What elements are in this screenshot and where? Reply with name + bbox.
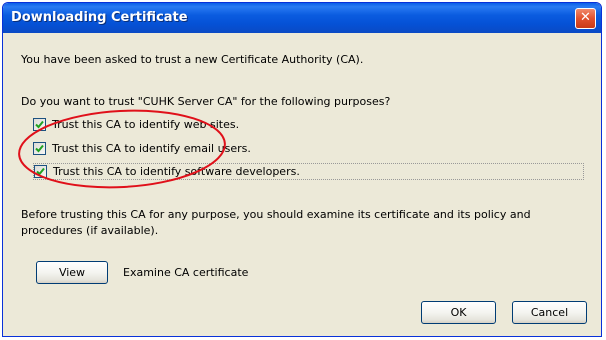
view-caption: Examine CA certificate: [123, 266, 249, 279]
purpose-option-software-developers[interactable]: Trust this CA to identify software devel…: [33, 163, 584, 180]
intro-text: You have been asked to trust a new Certi…: [21, 53, 364, 66]
email-users-checkbox[interactable]: [33, 142, 46, 155]
check-mark-icon: [35, 120, 44, 129]
check-mark-icon: [35, 144, 44, 153]
title-bar[interactable]: Downloading Certificate ✕: [3, 3, 601, 33]
close-icon: ✕: [580, 10, 591, 25]
dialog-title: Downloading Certificate: [11, 10, 188, 25]
view-button[interactable]: View: [36, 261, 108, 284]
purpose-label: Trust this CA to identify software devel…: [53, 165, 300, 178]
trust-question: Do you want to trust "CUHK Server CA" fo…: [21, 95, 391, 108]
examine-note: Before trusting this CA for any purpose,…: [21, 208, 531, 237]
purpose-label: Trust this CA to identify email users.: [52, 142, 251, 155]
cancel-button[interactable]: Cancel: [512, 301, 587, 324]
web-sites-checkbox[interactable]: [33, 118, 46, 131]
purpose-label: Trust this CA to identify web sites.: [52, 118, 240, 131]
page-background: Downloading Certificate ✕ You have been …: [0, 0, 606, 340]
close-button[interactable]: ✕: [575, 8, 596, 29]
certificate-dialog: Downloading Certificate ✕ You have been …: [2, 2, 602, 337]
check-mark-icon: [36, 167, 45, 176]
purpose-option-web-sites[interactable]: Trust this CA to identify web sites.: [33, 116, 239, 133]
ok-button[interactable]: OK: [421, 301, 496, 324]
software-developers-checkbox[interactable]: [34, 165, 47, 178]
purpose-option-email-users[interactable]: Trust this CA to identify email users.: [33, 140, 251, 157]
